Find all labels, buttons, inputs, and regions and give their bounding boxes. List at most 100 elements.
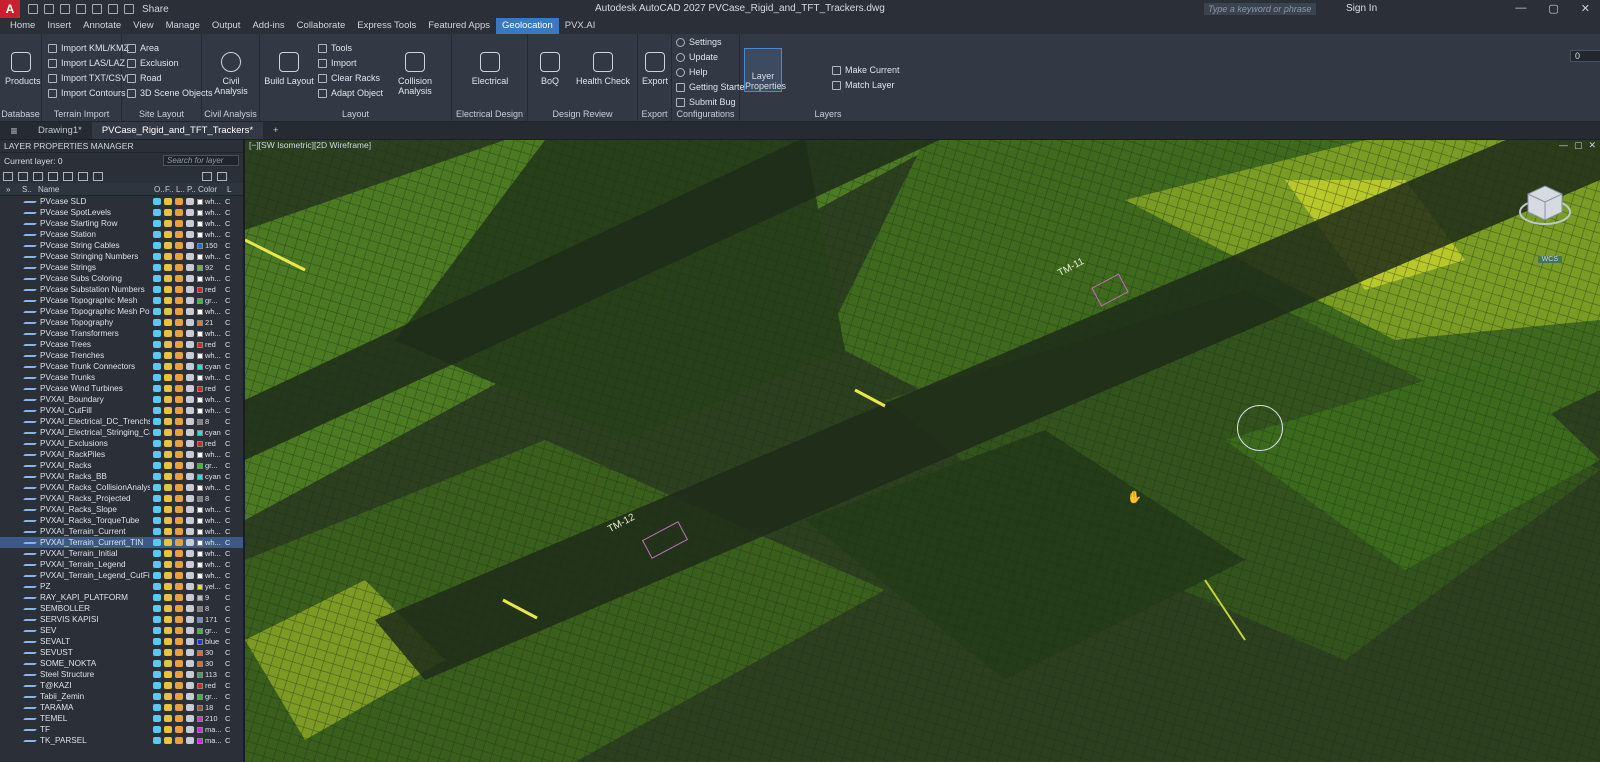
freeze-sun-icon[interactable] bbox=[164, 330, 172, 337]
linetype[interactable]: C bbox=[225, 197, 230, 206]
plot-icon[interactable] bbox=[186, 484, 194, 491]
boq-button[interactable]: BoQ bbox=[532, 52, 568, 86]
layer-row[interactable]: PVXAI_Terrain_Current wh... C bbox=[0, 526, 243, 537]
lock-icon[interactable] bbox=[175, 737, 183, 744]
plot-icon[interactable] bbox=[186, 495, 194, 502]
tab-home[interactable]: Home bbox=[4, 18, 41, 34]
color-swatch[interactable] bbox=[197, 253, 203, 260]
exclusion-button[interactable]: Exclusion bbox=[127, 58, 179, 68]
new-group-filter-icon[interactable] bbox=[18, 171, 28, 181]
civil-analysis-button[interactable]: Civil Analysis bbox=[206, 52, 256, 96]
freeze-sun-icon[interactable] bbox=[164, 473, 172, 480]
on-bulb-icon[interactable] bbox=[153, 440, 161, 447]
lock-icon[interactable] bbox=[175, 506, 183, 513]
layer-row[interactable]: PVcase Trunks wh... C bbox=[0, 372, 243, 383]
layer-row[interactable]: SEVUST 30 C bbox=[0, 647, 243, 658]
on-bulb-icon[interactable] bbox=[153, 737, 161, 744]
plot-icon[interactable] bbox=[186, 594, 194, 601]
linetype[interactable]: C bbox=[225, 351, 230, 360]
layer-properties-button[interactable]: Layer Properties bbox=[744, 48, 786, 92]
clear-racks-button[interactable]: Clear Racks bbox=[318, 73, 380, 83]
linetype[interactable]: C bbox=[225, 329, 230, 338]
plot-icon[interactable] bbox=[186, 583, 194, 590]
plot-icon[interactable] bbox=[186, 242, 194, 249]
on-bulb-icon[interactable] bbox=[153, 297, 161, 304]
linetype[interactable]: C bbox=[225, 406, 230, 415]
products-button[interactable]: Products bbox=[5, 52, 41, 86]
on-bulb-icon[interactable] bbox=[153, 418, 161, 425]
lock-icon[interactable] bbox=[175, 704, 183, 711]
color-swatch[interactable] bbox=[197, 429, 203, 436]
freeze-sun-icon[interactable] bbox=[164, 704, 172, 711]
linetype[interactable]: C bbox=[225, 252, 230, 261]
plot-icon[interactable] bbox=[186, 341, 194, 348]
tab-geolocation[interactable]: Geolocation bbox=[496, 18, 559, 34]
plot-icon[interactable] bbox=[186, 396, 194, 403]
new-property-filter-icon[interactable] bbox=[3, 171, 13, 181]
settings-button[interactable]: Settings bbox=[676, 37, 722, 47]
linetype[interactable]: C bbox=[225, 582, 230, 591]
plot-icon[interactable] bbox=[186, 704, 194, 711]
new-tab-button[interactable]: + bbox=[263, 122, 289, 139]
layer-row[interactable]: PVXAI_CutFill wh... C bbox=[0, 405, 243, 416]
on-bulb-icon[interactable] bbox=[153, 517, 161, 524]
plot-icon[interactable] bbox=[186, 352, 194, 359]
color-swatch[interactable] bbox=[197, 451, 203, 458]
on-bulb-icon[interactable] bbox=[153, 506, 161, 513]
getting-started-button[interactable]: Getting Started bbox=[676, 82, 750, 92]
export-button[interactable]: Export bbox=[640, 52, 670, 86]
color-swatch[interactable] bbox=[197, 550, 203, 557]
on-bulb-icon[interactable] bbox=[153, 693, 161, 700]
col-freeze[interactable]: F.. bbox=[165, 185, 176, 194]
import-contours-button[interactable]: Import Contours bbox=[48, 88, 126, 98]
import-las-button[interactable]: Import LAS/LAZ bbox=[48, 58, 125, 68]
plot-icon[interactable] bbox=[186, 220, 194, 227]
color-swatch[interactable] bbox=[197, 517, 203, 524]
saveas-icon[interactable] bbox=[76, 4, 86, 14]
maximize-icon[interactable]: ▢ bbox=[1548, 2, 1558, 15]
lock-icon[interactable] bbox=[175, 330, 183, 337]
layer-row[interactable]: PVcase Trunk Connectors cyan C bbox=[0, 361, 243, 372]
color-swatch[interactable] bbox=[197, 242, 203, 249]
color-swatch[interactable] bbox=[197, 495, 203, 502]
linetype[interactable]: C bbox=[225, 571, 230, 580]
linetype[interactable]: C bbox=[225, 527, 230, 536]
on-bulb-icon[interactable] bbox=[153, 627, 161, 634]
layer-row[interactable]: PVcase String Cables 150 C bbox=[0, 240, 243, 251]
freeze-sun-icon[interactable] bbox=[164, 308, 172, 315]
new-icon[interactable] bbox=[28, 4, 38, 14]
plot-icon[interactable] bbox=[186, 506, 194, 513]
lock-icon[interactable] bbox=[175, 209, 183, 216]
on-bulb-icon[interactable] bbox=[153, 220, 161, 227]
freeze-sun-icon[interactable] bbox=[164, 605, 172, 612]
plot-icon[interactable] bbox=[186, 726, 194, 733]
lock-icon[interactable] bbox=[175, 429, 183, 436]
lock-icon[interactable] bbox=[175, 649, 183, 656]
linetype[interactable]: C bbox=[225, 604, 230, 613]
color-swatch[interactable] bbox=[197, 374, 203, 381]
freeze-sun-icon[interactable] bbox=[164, 275, 172, 282]
plot-icon[interactable] bbox=[186, 550, 194, 557]
on-bulb-icon[interactable] bbox=[153, 286, 161, 293]
set-current-icon[interactable] bbox=[93, 171, 103, 181]
lock-icon[interactable] bbox=[175, 605, 183, 612]
linetype[interactable]: C bbox=[225, 560, 230, 569]
color-swatch[interactable] bbox=[197, 352, 203, 359]
adapt-object-button[interactable]: Adapt Object bbox=[318, 88, 383, 98]
build-layout-button[interactable]: Build Layout bbox=[264, 52, 314, 86]
on-bulb-icon[interactable] bbox=[153, 429, 161, 436]
settings-icon[interactable] bbox=[217, 171, 227, 181]
layer-row[interactable]: PVXAI_Racks_BB cyan C bbox=[0, 471, 243, 482]
col-name[interactable]: Name bbox=[38, 185, 154, 194]
linetype[interactable]: C bbox=[225, 494, 230, 503]
on-bulb-icon[interactable] bbox=[153, 649, 161, 656]
lock-icon[interactable] bbox=[175, 660, 183, 667]
on-bulb-icon[interactable] bbox=[153, 539, 161, 546]
lock-icon[interactable] bbox=[175, 495, 183, 502]
color-swatch[interactable] bbox=[197, 627, 203, 634]
import-kml-button[interactable]: Import KML/KMZ bbox=[48, 43, 129, 53]
freeze-sun-icon[interactable] bbox=[164, 627, 172, 634]
vp-close-icon[interactable]: ✕ bbox=[1588, 140, 1596, 151]
linetype[interactable]: C bbox=[225, 318, 230, 327]
linetype[interactable]: C bbox=[225, 241, 230, 250]
